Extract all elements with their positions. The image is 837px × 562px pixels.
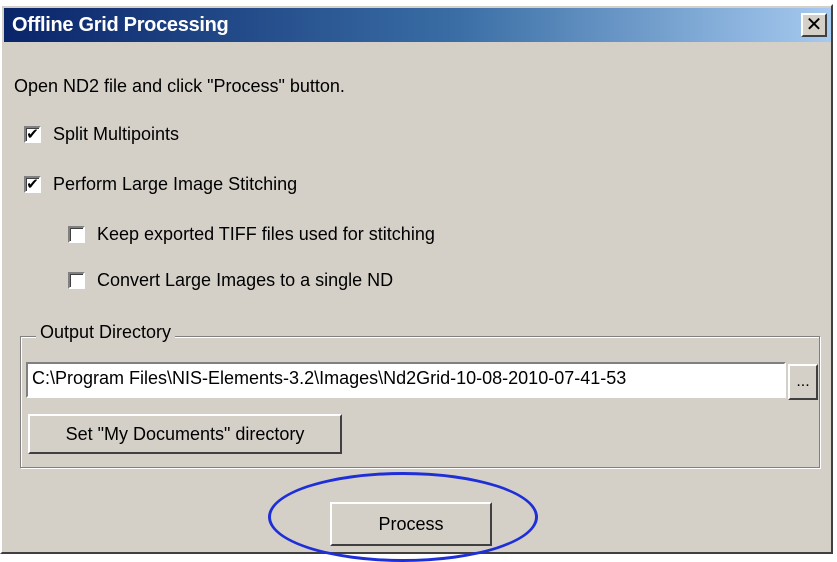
set-my-documents-button[interactable]: Set "My Documents" directory bbox=[28, 414, 342, 454]
split-multipoints-checkbox-row[interactable]: ✔ Split Multipoints bbox=[24, 124, 179, 145]
keep-tiff-label: Keep exported TIFF files used for stitch… bbox=[97, 224, 435, 244]
convert-nd-checkbox[interactable] bbox=[68, 272, 85, 289]
split-multipoints-checkbox[interactable]: ✔ bbox=[24, 126, 41, 143]
check-icon: ✔ bbox=[26, 126, 39, 143]
keep-tiff-checkbox[interactable] bbox=[68, 226, 85, 243]
window-title: Offline Grid Processing bbox=[12, 14, 229, 36]
instruction-text: Open ND2 file and click "Process" button… bbox=[14, 76, 345, 96]
keep-tiff-checkbox-row[interactable]: Keep exported TIFF files used for stitch… bbox=[68, 224, 435, 245]
stitching-checkbox-row[interactable]: ✔ Perform Large Image Stitching bbox=[24, 174, 297, 195]
convert-nd-checkbox-row[interactable]: Convert Large Images to a single ND bbox=[68, 270, 393, 291]
output-path-field[interactable]: C:\Program Files\NIS-Elements-3.2\Images… bbox=[26, 362, 786, 398]
check-icon: ✔ bbox=[26, 176, 39, 193]
output-directory-label: Output Directory bbox=[36, 322, 176, 343]
convert-nd-label: Convert Large Images to a single ND bbox=[97, 270, 394, 290]
stitching-label: Perform Large Image Stitching bbox=[53, 174, 298, 194]
close-button[interactable]: ✕ bbox=[801, 13, 827, 37]
browse-button[interactable]: ... bbox=[788, 364, 818, 400]
process-button[interactable]: Process bbox=[330, 502, 492, 546]
split-multipoints-label: Split Multipoints bbox=[53, 124, 180, 144]
stitching-checkbox[interactable]: ✔ bbox=[24, 176, 41, 193]
title-bar[interactable]: Offline Grid Processing ✕ bbox=[4, 8, 831, 42]
close-icon: ✕ bbox=[805, 14, 823, 36]
